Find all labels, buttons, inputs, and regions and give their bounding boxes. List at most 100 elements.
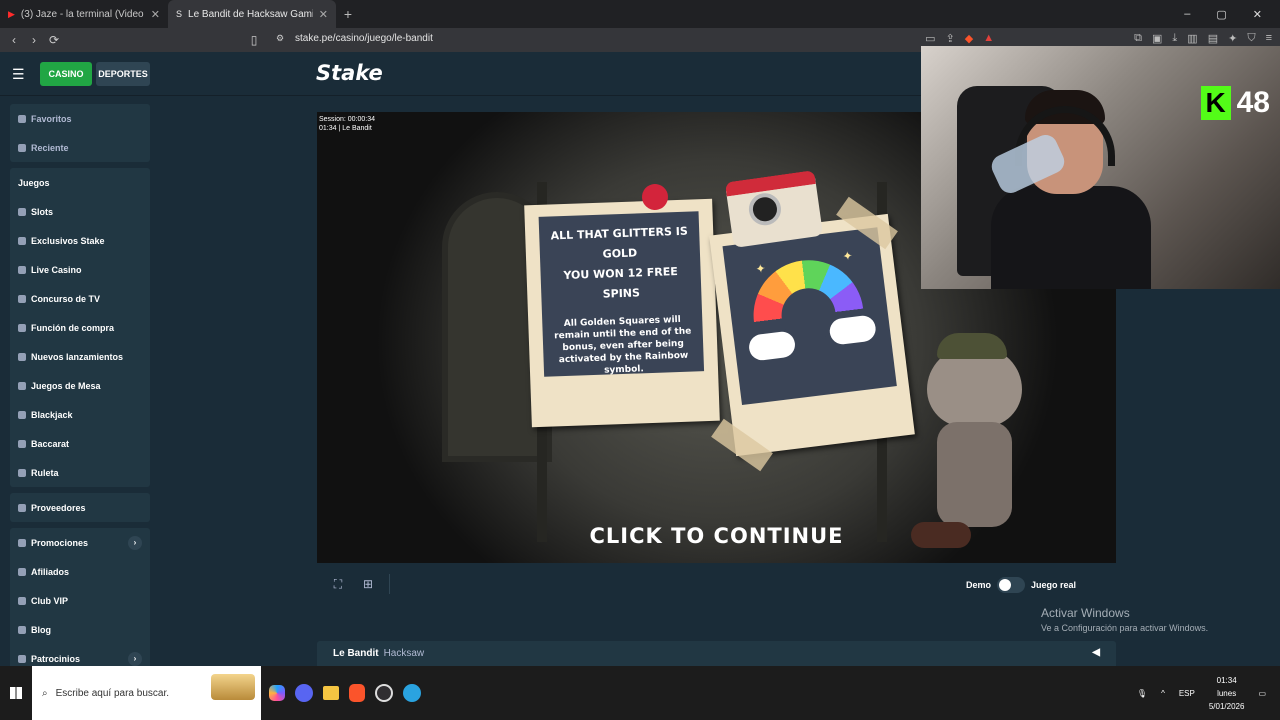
chevron-left-icon[interactable]: ◀	[1092, 647, 1100, 658]
reload-icon[interactable]: ⟳	[44, 33, 64, 47]
telegram-icon[interactable]	[403, 684, 421, 702]
sidebar-item-label: Reciente	[31, 142, 69, 153]
wallet-icon[interactable]: ▤	[1208, 32, 1218, 45]
game-info-bar[interactable]: Le Bandit Hacksaw ◀	[317, 641, 1116, 666]
deportes-button[interactable]: DEPORTES	[96, 62, 150, 86]
tab-le-bandit[interactable]: S Le Bandit de Hacksaw Gaming ✕	[168, 0, 336, 28]
sidebar-item-promociones[interactable]: Promociones ›	[10, 528, 150, 557]
tv-icon	[18, 294, 26, 303]
language-indicator[interactable]: ESP	[1179, 689, 1195, 698]
minimize-button[interactable]: –	[1184, 8, 1190, 21]
sidebar-item-ruleta[interactable]: Ruleta	[10, 458, 150, 487]
rewards-icon[interactable]: ▲	[983, 32, 994, 45]
tab-title: (3) Jaze - la terminal (Video Oficial) -	[20, 8, 145, 20]
sidebar-group-providers: Proveedores	[10, 493, 150, 522]
copilot-icon[interactable]	[269, 685, 285, 701]
blog-icon	[18, 625, 26, 634]
sidebar-item-mesa[interactable]: Juegos de Mesa	[10, 371, 150, 400]
sidebar-item-club-vip[interactable]: Club VIP	[10, 586, 150, 615]
vpn-icon[interactable]: ⛉	[1247, 32, 1255, 45]
sidebar-item-patrocinios[interactable]: Patrocinios ›	[10, 644, 150, 666]
obs-icon[interactable]	[375, 684, 393, 702]
sidebar-item-label: Promociones	[31, 537, 89, 548]
activation-title: Activar Windows	[1041, 606, 1130, 620]
forward-icon[interactable]: ›	[24, 33, 44, 47]
brave-browser-icon[interactable]	[349, 684, 365, 702]
card-title-2: YOU WON 12 FREE SPINS	[563, 265, 678, 301]
sidebar-item-label: Concurso de TV	[31, 293, 101, 304]
brave-shield-icon[interactable]: ◆	[965, 32, 973, 45]
affiliate-icon	[18, 567, 26, 576]
sparkle-icon: ✦	[841, 248, 854, 264]
file-explorer-icon[interactable]	[323, 686, 339, 700]
sidebar-item-live-casino[interactable]: Live Casino	[10, 255, 150, 284]
clock[interactable]: 01:34 lunes 5/01/2026	[1209, 674, 1245, 713]
windows-taskbar: ⌕ Escribe aquí para buscar. 🎙 ^ ESP 01:3…	[0, 666, 1280, 720]
url-field[interactable]: stake.pe/casino/juego/le-bandit	[295, 33, 433, 44]
card-body: All Golden Squares will remain until the…	[554, 314, 692, 376]
notifications-icon[interactable]: ▭	[1258, 689, 1266, 698]
sidebar-item-blackjack[interactable]: Blackjack	[10, 400, 150, 429]
demo-real-toggle[interactable]	[996, 577, 1025, 593]
stake-logo[interactable]: Stake	[316, 61, 383, 85]
site-settings-icon[interactable]: ⚙	[270, 33, 290, 44]
sidebar-item-proveedores[interactable]: Proveedores	[10, 493, 150, 522]
click-to-continue[interactable]: CLICK TO CONTINUE	[317, 524, 1116, 548]
sidebar-item-baccarat[interactable]: Baccarat	[10, 429, 150, 458]
share-icon[interactable]: ⇪	[946, 32, 955, 45]
sidebar-item-reciente[interactable]: Reciente	[10, 133, 150, 162]
hamburger-icon[interactable]: ☰	[12, 66, 25, 83]
viewer-count: 48	[1236, 86, 1270, 119]
webcam-overlay: K 48	[921, 46, 1280, 289]
tab-youtube[interactable]: ▶ (3) Jaze - la terminal (Video Oficial)…	[0, 0, 168, 28]
screenshot-icon[interactable]: ▣	[1152, 32, 1162, 45]
promo-icon	[18, 538, 26, 547]
sidebar-item-funcion-compra[interactable]: Función de compra	[10, 313, 150, 342]
close-window-button[interactable]: ✕	[1253, 8, 1262, 21]
sidebar-item-concurso-tv[interactable]: Concurso de TV	[10, 284, 150, 313]
toggle-knob	[998, 579, 1011, 591]
star-icon	[18, 114, 26, 123]
bookmark-icon[interactable]: ▯	[244, 33, 264, 47]
sidebar-item-nuevos[interactable]: Nuevos lanzamientos	[10, 342, 150, 371]
theatre-mode-icon[interactable]: ⊞	[357, 573, 379, 595]
sponsor-icon	[18, 654, 26, 663]
rainbow-card-panel: ✦ ✦	[722, 227, 897, 406]
youtube-icon: ▶	[8, 8, 15, 19]
sidebar-item-juegos[interactable]: Juegos	[10, 168, 150, 197]
cloud-icon	[828, 314, 878, 346]
microphone-icon[interactable]: 🎙	[1137, 689, 1147, 698]
chevron-right-icon[interactable]: ›	[128, 651, 142, 666]
new-tab-button[interactable]: +	[336, 6, 360, 22]
sidebar-toggle-icon[interactable]: ▥	[1187, 32, 1197, 45]
sidebar-item-exclusivos[interactable]: Exclusivos Stake	[10, 226, 150, 255]
cast-icon[interactable]: ▭	[925, 32, 935, 45]
game-provider[interactable]: Hacksaw	[384, 648, 425, 659]
slots-icon	[18, 207, 26, 216]
taskbar-search[interactable]: ⌕ Escribe aquí para buscar.	[32, 666, 261, 720]
sidebar-item-afiliados[interactable]: Afiliados	[10, 557, 150, 586]
start-button[interactable]	[0, 666, 32, 720]
browser-toolbar: ▭ ⇪ ◆ ▲ ⧉ ▣ ⤓ ▥ ▤ ✦ ⛉ ≡	[925, 32, 1272, 45]
kick-logo-icon: K	[1200, 86, 1231, 120]
sidebar-item-blog[interactable]: Blog	[10, 615, 150, 644]
demo-label: Demo	[965, 580, 991, 590]
sidebar-item-label: Exclusivos Stake	[31, 235, 105, 246]
casino-button[interactable]: CASINO	[40, 62, 92, 86]
maximize-button[interactable]: ▢	[1216, 8, 1226, 21]
windows-activation-watermark: Activar Windows Ve a Configuración para …	[1041, 606, 1208, 633]
sidebar-item-slots[interactable]: Slots	[10, 197, 150, 226]
fullscreen-icon[interactable]: ⛶	[327, 573, 349, 595]
extensions-icon[interactable]: ⧉	[1134, 32, 1142, 45]
sidebar-item-favoritos[interactable]: Favoritos	[10, 104, 150, 133]
chevron-right-icon[interactable]: ›	[128, 535, 142, 550]
discord-icon[interactable]	[295, 684, 313, 702]
download-icon[interactable]: ⤓	[1172, 32, 1177, 45]
close-icon[interactable]: ✕	[151, 8, 160, 21]
close-icon[interactable]: ✕	[319, 8, 328, 21]
tray-expand-icon[interactable]: ^	[1161, 689, 1165, 698]
back-icon[interactable]: ‹	[4, 33, 24, 47]
menu-icon[interactable]: ≡	[1266, 32, 1272, 45]
clock-icon	[18, 143, 26, 152]
ai-icon[interactable]: ✦	[1228, 32, 1237, 45]
